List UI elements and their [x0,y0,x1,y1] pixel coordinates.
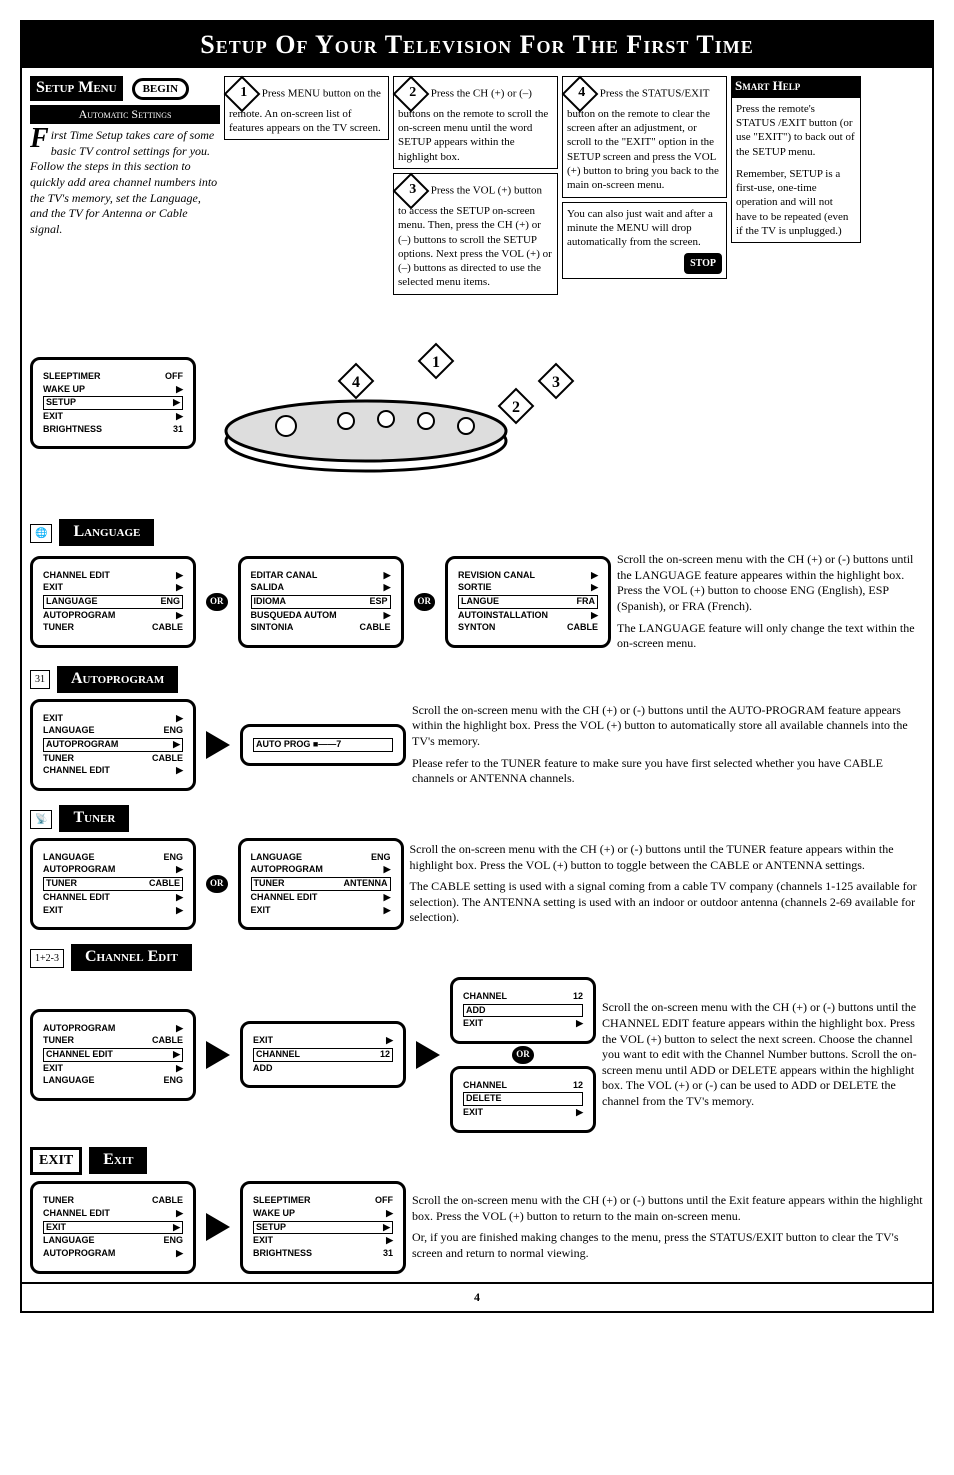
arrow-icon [416,1041,440,1069]
exit-title: Exit [89,1147,147,1174]
autoprogram-text-1: Scroll the on-screen menu with the CH (+… [412,703,924,750]
step-2-icon: 2 [393,75,430,112]
intro-text: First Time Setup takes care of some basi… [30,128,220,237]
step-3-icon: 3 [393,173,430,210]
step-3-box: 3 Press the VOL (+) button to access the… [393,173,558,295]
language-icon: 🌐 [30,524,52,543]
arrow-icon [206,1213,230,1241]
help-text-1: Press the remote's STATUS /EXIT button (… [736,102,856,159]
step-1-icon: 1 [224,75,261,112]
tuner-text-2: The CABLE setting is used with a signal … [410,879,925,926]
or-badge: OR [512,1046,534,1064]
channel-edit-icon: 1+2-3 [30,949,64,968]
stop-badge: STOP [684,253,722,274]
step-4-box: 4 Press the STATUS/EXIT button on the re… [562,76,727,198]
channel-edit-title: Channel Edit [71,944,192,971]
channel-edit-text: Scroll the on-screen menu with the CH (+… [602,1000,924,1109]
svg-text:4: 4 [352,374,360,391]
tuner-text-1: Scroll the on-screen menu with the CH (+… [410,842,925,873]
exit-text-1: Scroll the on-screen menu with the CH (+… [412,1193,924,1224]
language-title: Language [59,519,154,546]
svg-text:2: 2 [512,399,520,416]
step-4-icon: 4 [562,75,599,112]
automatic-settings-heading: Automatic Settings [30,105,220,125]
language-text-1: Scroll the on-screen menu with the CH (+… [617,552,924,614]
smart-help-box: Smart Help Press the remote's STATUS /EX… [731,76,861,244]
autoprogram-title: Autoprogram [57,666,178,693]
arrow-icon [206,731,230,759]
autoprogram-text-2: Please refer to the TUNER feature to mak… [412,756,924,787]
or-badge: OR [414,593,436,611]
page-title: Setup Of Your Television For The First T… [22,22,932,68]
autoprogram-screen-2: AUTO PROG ■——7 [240,724,406,766]
language-screen-eng: CHANNEL EDIT▶ EXIT▶ LANGUAGEENG AUTOPROG… [30,556,196,648]
tuner-screen-antenna: LANGUAGEENG AUTOPROGRAM▶ TUNERANTENNA CH… [238,838,404,930]
begin-badge: BEGIN [132,78,189,100]
or-badge: OR [206,593,228,611]
setup-menu-screen: SLEEPTIMEROFF WAKE UP▶ SETUP▶ EXIT▶ BRIG… [30,357,196,449]
tuner-screen-cable: LANGUAGEENG AUTOPROGRAM▶ TUNERCABLE CHAN… [30,838,196,930]
remote-illustration: 1 2 3 4 [206,311,606,496]
step-2-box: 2 Press the CH (+) or (–) buttons on the… [393,76,558,169]
page-number: 4 [22,1282,932,1312]
channel-edit-screen-add: CHANNEL12 ADD EXIT▶ [450,977,596,1044]
or-badge: OR [206,875,228,893]
arrow-icon [206,1041,230,1069]
setup-menu-heading: Setup Menu [30,76,123,101]
step-4b-box: You can also just wait and after a minut… [562,202,727,280]
channel-edit-screen-2: EXIT▶ CHANNEL12 ADD [240,1021,406,1088]
language-text-2: The LANGUAGE feature will only change th… [617,621,924,652]
language-screen-esp: EDITAR CANAL▶ SALIDA▶ IDIOMAESP BUSQUEDA… [238,556,404,648]
exit-icon: EXIT [30,1147,82,1175]
svg-text:1: 1 [432,354,440,371]
tuner-icon: 📡 [30,810,52,829]
step-1-box: 1 Press MENU button on the remote. An on… [224,76,389,141]
exit-screen-2: SLEEPTIMEROFF WAKE UP▶ SETUP▶ EXIT▶ BRIG… [240,1181,406,1273]
help-text-2: Remember, SETUP is a first-use, one-time… [736,167,856,238]
exit-screen-1: TUNERCABLE CHANNEL EDIT▶ EXIT▶ LANGUAGEE… [30,1181,196,1273]
language-screen-fra: REVISION CANAL▶ SORTIE▶ LANGUEFRA AUTOIN… [445,556,611,648]
svg-text:3: 3 [552,374,560,391]
channel-edit-screen-delete: CHANNEL12 DELETE EXIT▶ [450,1066,596,1133]
autoprogram-screen-1: EXIT▶ LANGUAGEENG AUTOPROGRAM▶ TUNERCABL… [30,699,196,791]
exit-text-2: Or, if you are finished making changes t… [412,1230,924,1261]
smart-help-title: Smart Help [731,76,861,97]
tuner-title: Tuner [59,805,129,832]
channel-edit-screen-1: AUTOPROGRAM▶ TUNERCABLE CHANNEL EDIT▶ EX… [30,1009,196,1101]
autoprogram-icon: 31 [30,670,50,689]
